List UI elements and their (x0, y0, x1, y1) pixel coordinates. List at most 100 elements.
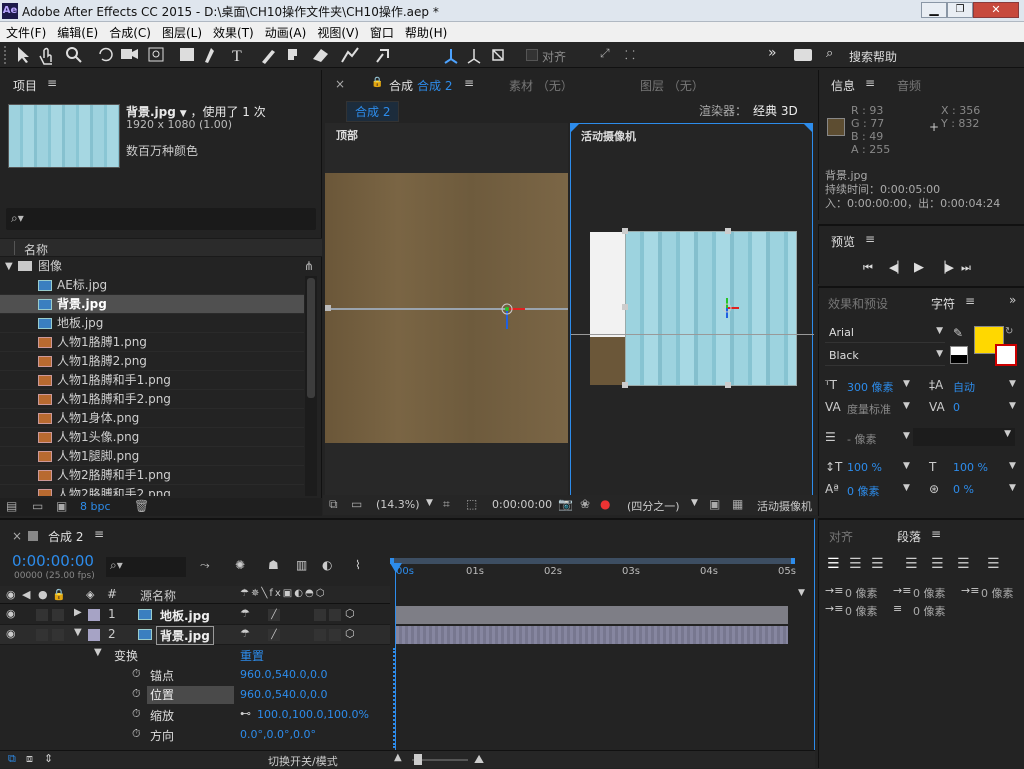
timeline-current-time[interactable]: 0:00:00:00 (12, 552, 94, 570)
project-scrollbar[interactable] (305, 276, 317, 496)
chevron-down-icon[interactable]: ▼ (1009, 483, 1016, 493)
paragraph-menu-icon[interactable]: ≡ (931, 527, 941, 541)
chevron-down-icon[interactable]: ▼ (1009, 461, 1016, 471)
resolution-chevron-down-icon[interactable]: ▼ (691, 498, 698, 508)
mask-icon[interactable]: ⬚ (466, 497, 477, 511)
show-snapshot-icon[interactable]: ❀ (580, 497, 590, 511)
active-camera-view[interactable]: 活动摄像机 (570, 123, 814, 497)
3d-axis-gizmo-icon[interactable] (495, 295, 535, 335)
property-value[interactable]: 960.0,540.0,0.0 (240, 688, 327, 701)
list-item[interactable]: 人物2胳膊和手1.png (0, 466, 304, 485)
prev-frame-icon[interactable]: ◀▏ (889, 261, 906, 274)
timeline-menu-icon[interactable]: ≡ (94, 527, 104, 541)
shy-icon[interactable]: ☗ (268, 558, 279, 572)
always-preview-icon[interactable]: ⧉ (329, 497, 338, 512)
layer-switches-icon[interactable]: ⧉ (8, 752, 16, 766)
layer-handle[interactable] (622, 228, 628, 234)
new-folder-icon[interactable]: ▭ (32, 499, 43, 513)
layer-duration-bar-selected[interactable] (396, 626, 788, 644)
label-icon[interactable]: ◈ (86, 588, 94, 601)
chevron-down-icon[interactable]: ▼ (1009, 401, 1016, 411)
property-row-scale[interactable]: ⏱ 缩放 ⊷ 100.0,100.0,100.0% (0, 705, 390, 725)
menu-file[interactable]: 文件(F) (0, 22, 51, 41)
list-item-selected[interactable]: 背景.jpg (0, 295, 304, 314)
align-checkbox[interactable] (526, 49, 538, 61)
justify-right-icon[interactable]: ☰ (957, 556, 970, 572)
character-menu-icon[interactable]: ≡ (965, 294, 975, 308)
overflow-icon[interactable]: » (1009, 293, 1016, 307)
comp-menu-icon[interactable]: ≡ (464, 76, 474, 90)
3d-layer-icon[interactable]: ⬡ (345, 607, 355, 620)
menu-view[interactable]: 视图(V) (311, 22, 364, 41)
collapse-icon[interactable]: ▼ (94, 647, 102, 658)
layer-handle[interactable] (725, 228, 731, 234)
stopwatch-icon[interactable]: ⏱ (132, 727, 141, 741)
indent-left-value[interactable]: 0 像素 (845, 585, 878, 601)
chevron-down-icon[interactable]: ▼ (903, 461, 910, 471)
layer-name[interactable]: 地板.jpg (160, 607, 210, 624)
label-color[interactable] (88, 609, 100, 621)
tsume-value[interactable]: 0 % (953, 483, 974, 496)
menu-window[interactable]: 窗口 (364, 22, 399, 41)
time-ruler[interactable]: 00s 01s 02s 03s 04s 05s (390, 556, 796, 584)
list-item[interactable]: 人物1身体.png (0, 409, 304, 428)
space-before-value[interactable]: 0 像素 (845, 603, 878, 619)
layer-handle[interactable] (725, 382, 731, 388)
shy-switch-icon[interactable]: ☂ (240, 607, 250, 620)
audio-icon[interactable]: ◀ (22, 588, 30, 601)
black-white-icon[interactable] (950, 346, 968, 364)
footage-tab[interactable]: 素材 （无） (509, 77, 573, 94)
layer-duration-bar[interactable] (396, 606, 788, 624)
menu-composition[interactable]: 合成(C) (103, 22, 156, 41)
list-item[interactable]: 人物1胳膊和手2.png (0, 390, 304, 409)
name-column-header[interactable]: 名称 (0, 238, 322, 257)
video-icon[interactable]: ◉ (6, 588, 16, 601)
stroke-style-select[interactable]: ▼ (913, 428, 1015, 446)
indent-first-value[interactable]: 0 像素 (913, 585, 946, 601)
current-time[interactable]: 0:00:00:00 (492, 498, 552, 511)
zoom-in-icon[interactable]: ⛰ (474, 752, 484, 767)
anchor-handle-left[interactable] (325, 305, 331, 311)
tracking-value[interactable]: 0 (953, 401, 960, 414)
work-area-bar[interactable] (390, 558, 795, 564)
zoom-dropdown[interactable]: (14.3%) (376, 498, 420, 511)
reset-link[interactable]: 重置 (240, 647, 264, 664)
minimize-button[interactable]: ▁ (921, 2, 947, 18)
lock-box[interactable] (52, 629, 64, 641)
bpc-label[interactable]: 8 bpc (80, 500, 111, 513)
eyedropper-icon[interactable]: ✎ (953, 326, 963, 340)
next-frame-icon[interactable]: ▕▶ (937, 261, 954, 274)
preview-menu-icon[interactable]: ≡ (865, 232, 875, 246)
interpret-footage-icon[interactable]: ▤ (6, 499, 17, 513)
solo-icon[interactable]: ● (38, 588, 48, 601)
renderer-value[interactable]: 经典 3D (753, 102, 798, 119)
quality-switch-icon[interactable]: ╱ (268, 629, 280, 641)
draft-3d-icon[interactable]: ✺ (235, 558, 245, 572)
visibility-eye-icon[interactable]: ◉ (6, 627, 16, 640)
quality-switch-icon[interactable]: ╱ (268, 609, 280, 621)
chevron-down-icon[interactable]: ▼ (1009, 379, 1016, 389)
property-row-anchor[interactable]: ⏱ 锚点 960.0,540.0,0.0 (0, 665, 390, 685)
toggle-switches-modes[interactable]: 切换开关/模式 (268, 753, 338, 769)
workspace-overflow-icon[interactable]: » (768, 45, 777, 61)
source-name-header[interactable]: 源名称 (140, 587, 176, 604)
menu-animation[interactable]: 动画(A) (259, 22, 312, 41)
lock-icon[interactable]: 🔒 (52, 588, 66, 601)
graph-editor-icon[interactable]: ⌇ (355, 558, 361, 572)
chevron-down-icon[interactable]: ▼ (903, 401, 910, 411)
property-value[interactable]: 100.0,100.0,100.0% (257, 708, 369, 721)
background-layer[interactable] (625, 231, 797, 386)
horizontal-scale-value[interactable]: 100 % (953, 461, 988, 474)
play-icon[interactable]: ▶ (914, 260, 924, 275)
timeline-tab[interactable]: 合成 2 (48, 528, 83, 545)
swap-colors-icon[interactable]: ↻ (1005, 326, 1013, 337)
list-item[interactable]: 地板.jpg (0, 314, 304, 333)
font-size-value[interactable]: 300 像素 (847, 379, 894, 395)
collapse-icon[interactable]: ▼ (74, 627, 82, 638)
folder-expand-icon[interactable]: ▼ (5, 257, 13, 276)
project-tab[interactable]: 项目 (13, 77, 37, 94)
layer-tab[interactable]: 图层 （无） (640, 77, 704, 94)
space-after-value[interactable]: 0 像素 (913, 603, 946, 619)
lock-icon[interactable]: 🔒 (371, 77, 383, 88)
snapshot-icon[interactable]: 📷 (558, 497, 573, 511)
